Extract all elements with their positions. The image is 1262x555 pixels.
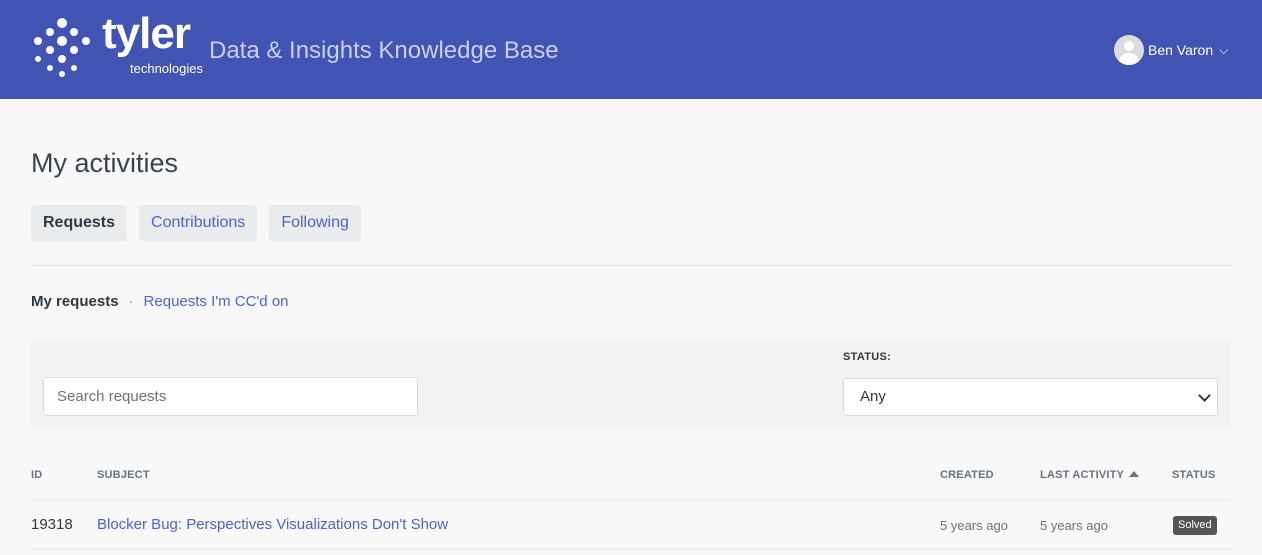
subnav-my-requests: My requests — [31, 293, 119, 310]
request-subject-link[interactable]: Blocker Bug: Perspectives Visualizations… — [97, 516, 448, 533]
requests-subnav: My requests · Requests I'm CC'd on — [31, 293, 289, 311]
subnav-cc-requests-link[interactable]: Requests I'm CC'd on — [144, 293, 289, 311]
status-badge: Solved — [1173, 516, 1217, 535]
tab-contributions[interactable]: Contributions — [139, 205, 258, 241]
chevron-down-icon — [1198, 389, 1211, 402]
tyler-logo[interactable]: tyler technologies — [32, 12, 204, 80]
column-header-created[interactable]: CREATED — [940, 469, 994, 481]
tab-following[interactable]: Following — [269, 205, 361, 241]
filter-bar: STATUS: Any — [31, 339, 1231, 429]
subnav-separator: · — [128, 293, 134, 310]
column-header-id: ID — [31, 469, 43, 481]
avatar — [1114, 35, 1144, 65]
request-last-activity: 5 years ago — [1040, 518, 1108, 533]
user-name: Ben Varon — [1148, 42, 1214, 58]
section-divider — [31, 265, 1231, 266]
status-select[interactable]: Any — [843, 378, 1218, 416]
table-header-divider — [31, 500, 1231, 501]
site-header: tyler technologies Data & Insights Knowl… — [0, 0, 1262, 99]
user-menu[interactable]: Ben Varon ⌵ — [1114, 35, 1228, 65]
sort-ascending-icon — [1129, 471, 1140, 477]
search-input[interactable] — [43, 377, 418, 416]
request-id: 19318 — [31, 516, 73, 533]
table-row-divider — [31, 549, 1231, 550]
site-title[interactable]: Data & Insights Knowledge Base — [209, 37, 559, 66]
status-select-value: Any — [860, 388, 886, 405]
column-header-status: STATUS — [1172, 469, 1216, 481]
request-created: 5 years ago — [940, 518, 1008, 533]
chevron-down-icon: ⌵ — [1219, 42, 1229, 57]
logo-wordmark: tyler — [102, 9, 191, 58]
status-filter-label: STATUS: — [843, 351, 892, 363]
column-header-subject: SUBJECT — [97, 469, 150, 481]
column-header-last-activity[interactable]: LAST ACTIVITY — [1040, 469, 1140, 481]
column-header-last-activity-label: LAST ACTIVITY — [1040, 469, 1125, 481]
logo-subtext: technologies — [130, 61, 203, 76]
logo-mark-icon — [34, 18, 90, 77]
page-title: My activities — [31, 148, 179, 178]
tab-requests[interactable]: Requests — [31, 205, 128, 241]
activity-tabs: Requests Contributions Following — [31, 205, 373, 241]
